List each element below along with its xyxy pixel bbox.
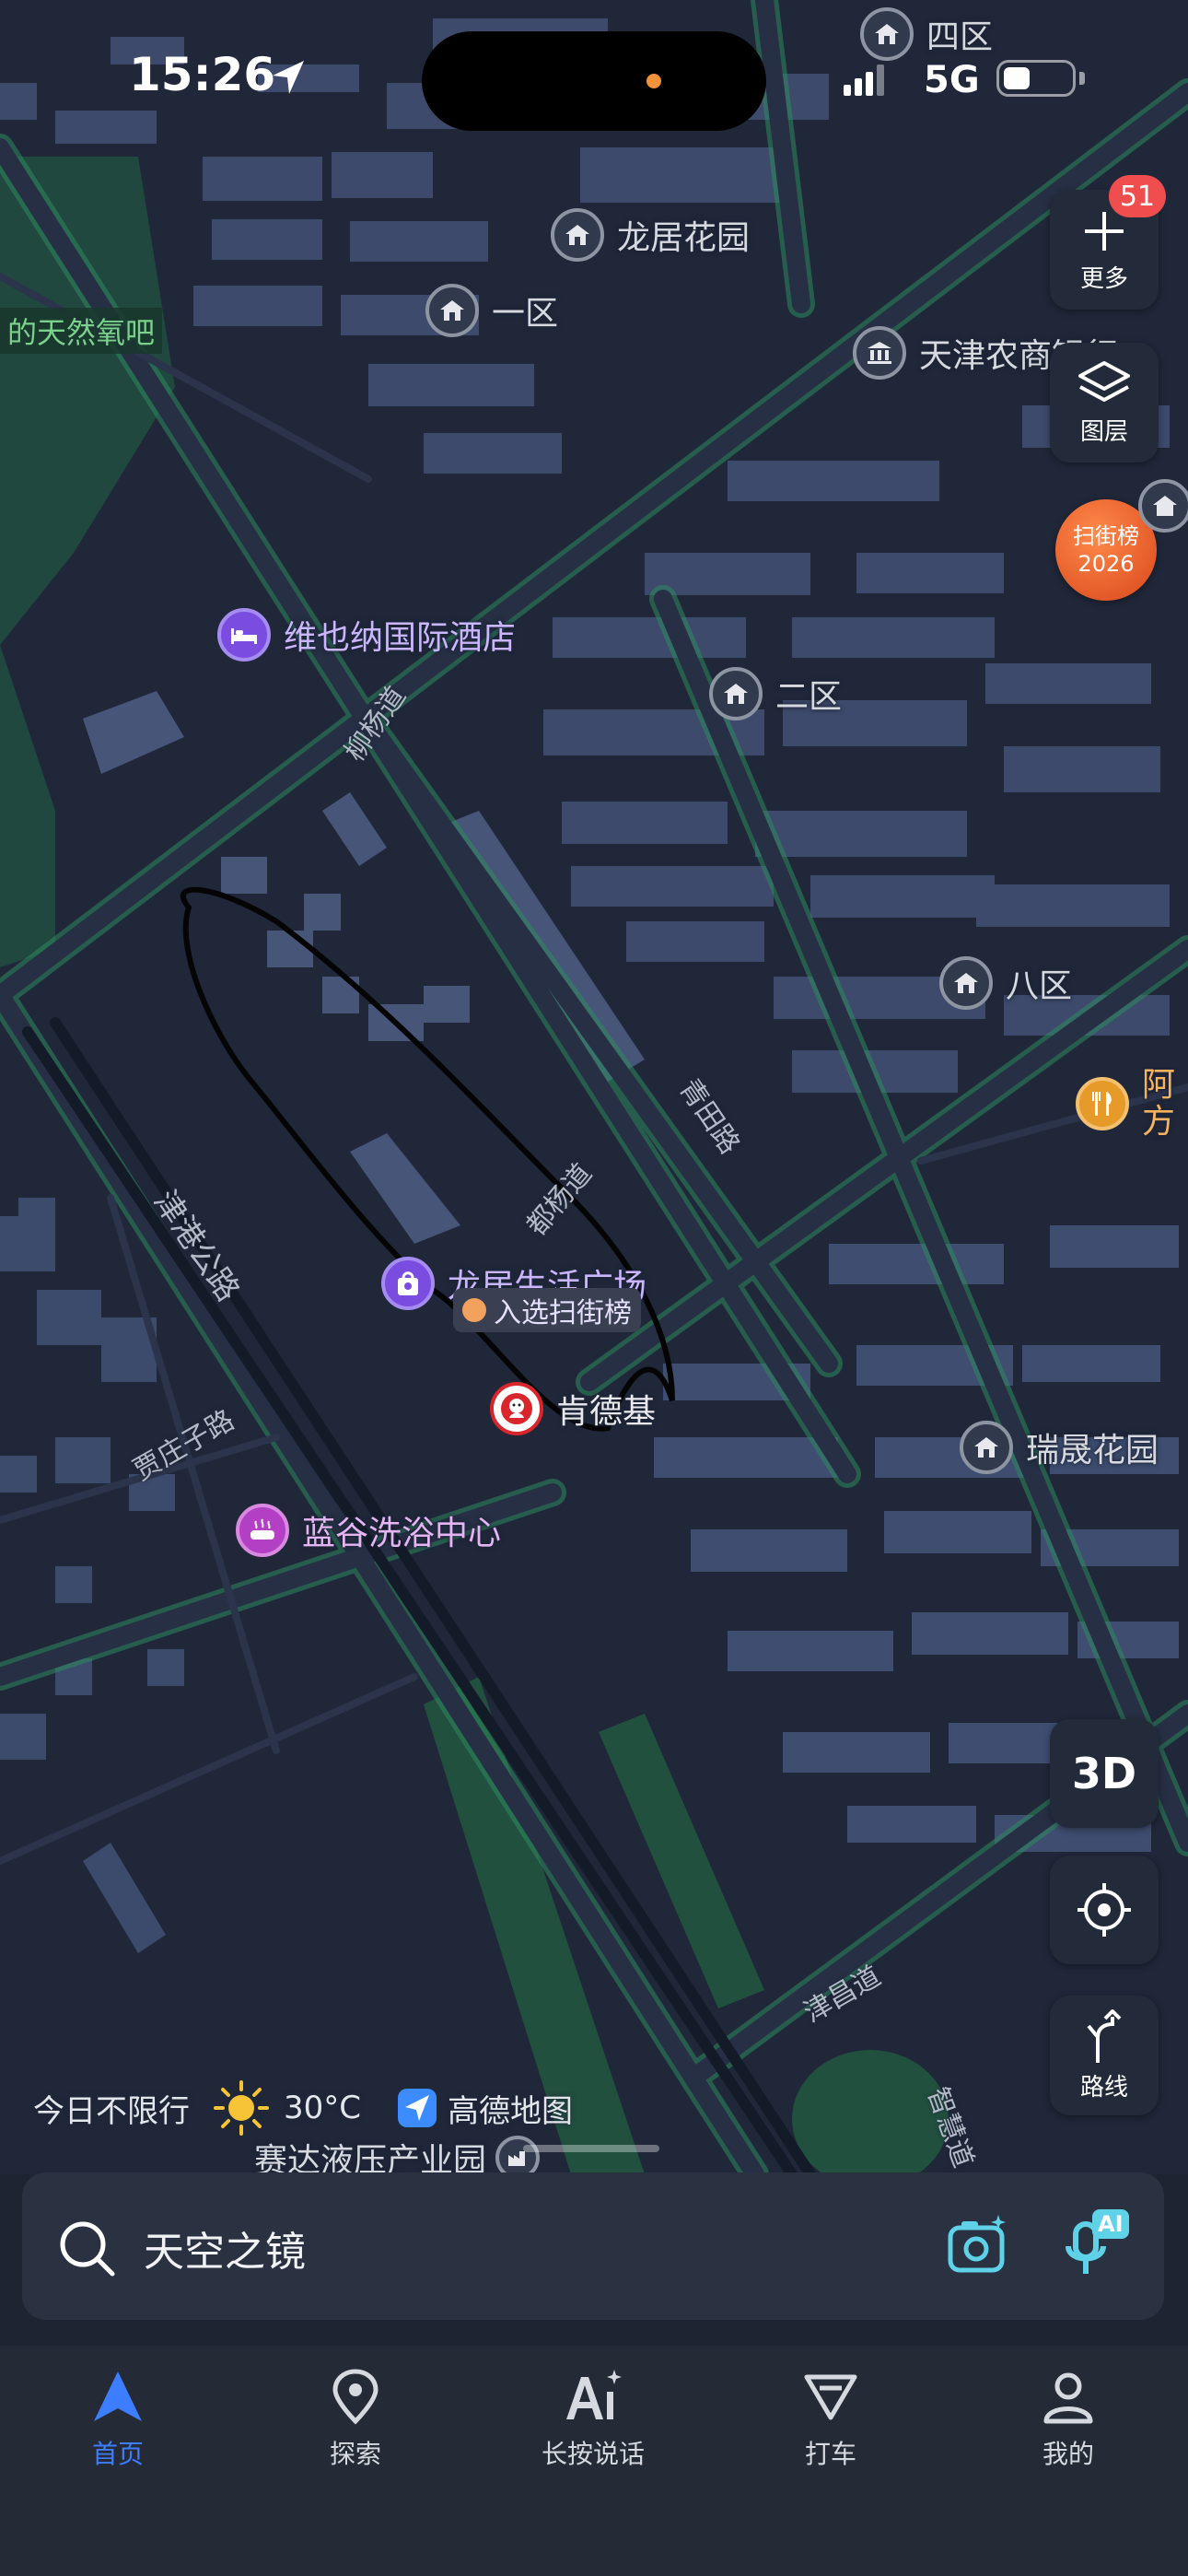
poi-label: 蓝谷洗浴中心 [302, 1515, 502, 1552]
tab-profile[interactable]: 我的 [985, 2368, 1151, 2471]
street-rank-tag[interactable]: 入选扫街榜 [453, 1288, 641, 1332]
dynamic-island [422, 31, 766, 131]
kfc-logo-icon [490, 1382, 543, 1435]
battery-tip [1079, 72, 1085, 85]
bed-icon [217, 608, 271, 662]
poi-label: 一区 [492, 295, 559, 333]
shopping-bag-icon [381, 1257, 435, 1310]
house-icon [1138, 479, 1188, 533]
bath-icon [236, 1504, 289, 1557]
poi-label: 维也纳国际酒店 [284, 619, 517, 657]
tab-label: 探索 [329, 2439, 381, 2469]
poi-edge-marker[interactable] [1138, 479, 1188, 533]
status-bar: 15:26 5G [0, 0, 1188, 157]
brand-label: 高德地图 [448, 2092, 574, 2130]
traffic-restriction-text[interactable]: 今日不限行 [33, 2086, 190, 2131]
tab-label: 首页 [91, 2439, 144, 2469]
map-pin-icon [332, 2369, 379, 2425]
3d-toggle-button[interactable]: 3D [1050, 1719, 1159, 1828]
search-icon [60, 2221, 115, 2277]
park-label[interactable]: 的天然氧吧 [0, 308, 163, 354]
location-arrow-icon [273, 61, 304, 94]
user-icon [1043, 2372, 1093, 2424]
poi-district-8[interactable]: 八区 [939, 956, 1072, 1010]
poi-longju-garden[interactable]: 龙居花园 [551, 208, 750, 262]
poi-district-1[interactable]: 一区 [425, 284, 558, 337]
poi-label: 肯德基 [556, 1393, 657, 1431]
poi-label: 八区 [1006, 967, 1073, 1005]
poi-langu-bath[interactable]: 蓝谷洗浴中心 [236, 1504, 501, 1557]
poi-label: 二区 [775, 678, 843, 716]
search-input[interactable]: 天空之镜 [144, 2219, 306, 2277]
route-label: 路线 [1079, 2073, 1128, 2102]
crosshair-icon [1077, 1883, 1131, 1937]
recording-dot-icon [646, 74, 661, 88]
taxi-icon [804, 2374, 857, 2420]
house-icon [551, 208, 604, 262]
more-label: 更多 [1079, 264, 1128, 293]
house-icon [709, 667, 763, 720]
tab-label: 我的 [1042, 2439, 1094, 2469]
battery-icon [996, 60, 1076, 97]
poi-label: 瑞晟花园 [1026, 1432, 1159, 1469]
tab-taxi[interactable]: 打车 [748, 2368, 914, 2471]
map-info-row: 今日不限行 30°C 高德地图 [33, 2078, 573, 2137]
ai-voice-button[interactable]: AI [1061, 2209, 1135, 2283]
temperature-text[interactable]: 30°C [284, 2090, 361, 2126]
ai-badge: AI [1092, 2209, 1129, 2239]
layers-button[interactable]: 图层 [1050, 343, 1159, 463]
poi-vienna-hotel[interactable]: 维也纳国际酒店 [217, 608, 516, 662]
house-icon [960, 1421, 1013, 1474]
navigation-arrow-icon [94, 2371, 142, 2421]
tab-home[interactable]: 首页 [35, 2368, 201, 2471]
poi-ruisheng-garden[interactable]: 瑞晟花园 [960, 1421, 1159, 1474]
network-type: 5G [924, 59, 980, 101]
map-sheet-handle[interactable] [523, 2145, 659, 2152]
ai-sparkle-icon [566, 2370, 622, 2419]
route-button[interactable]: 路线 [1050, 1996, 1159, 2115]
tab-label: 长按说话 [541, 2439, 645, 2469]
poi-district-2[interactable]: 二区 [709, 667, 842, 720]
status-time: 15:26 [129, 48, 276, 101]
poi-label: 阿方东北 [1142, 1067, 1176, 1141]
tag-label: 入选扫街榜 [494, 1297, 632, 1329]
notification-badge: 51 [1109, 175, 1166, 217]
poi-kfc[interactable]: 肯德基 [490, 1382, 656, 1435]
house-icon [425, 284, 479, 337]
bank-icon [853, 326, 906, 380]
layers-label: 图层 [1079, 417, 1128, 446]
amap-logo-icon [398, 2089, 437, 2127]
camera-scan-icon[interactable] [945, 2211, 1011, 2277]
street-rank-year: 2026 [1077, 551, 1135, 577]
route-turn-icon [1087, 2008, 1122, 2063]
sun-icon [214, 2080, 269, 2136]
cellular-signal-icon [844, 64, 884, 96]
tab-explore[interactable]: 探索 [273, 2368, 438, 2471]
tag-icon [462, 1298, 486, 1322]
tab-label: 打车 [804, 2439, 856, 2469]
street-rank-title: 扫街榜 [1073, 523, 1139, 549]
layers-icon [1078, 360, 1130, 402]
locate-button[interactable] [1050, 1856, 1159, 1964]
house-icon [939, 956, 993, 1010]
poi-label: 龙居花园 [617, 219, 751, 257]
tab-voice[interactable]: 长按说话 [510, 2368, 676, 2471]
poi-restaurant[interactable]: 阿方东北 [1076, 1067, 1179, 1141]
fork-knife-icon [1076, 1077, 1129, 1130]
3d-label: 3D [1071, 1749, 1137, 1798]
